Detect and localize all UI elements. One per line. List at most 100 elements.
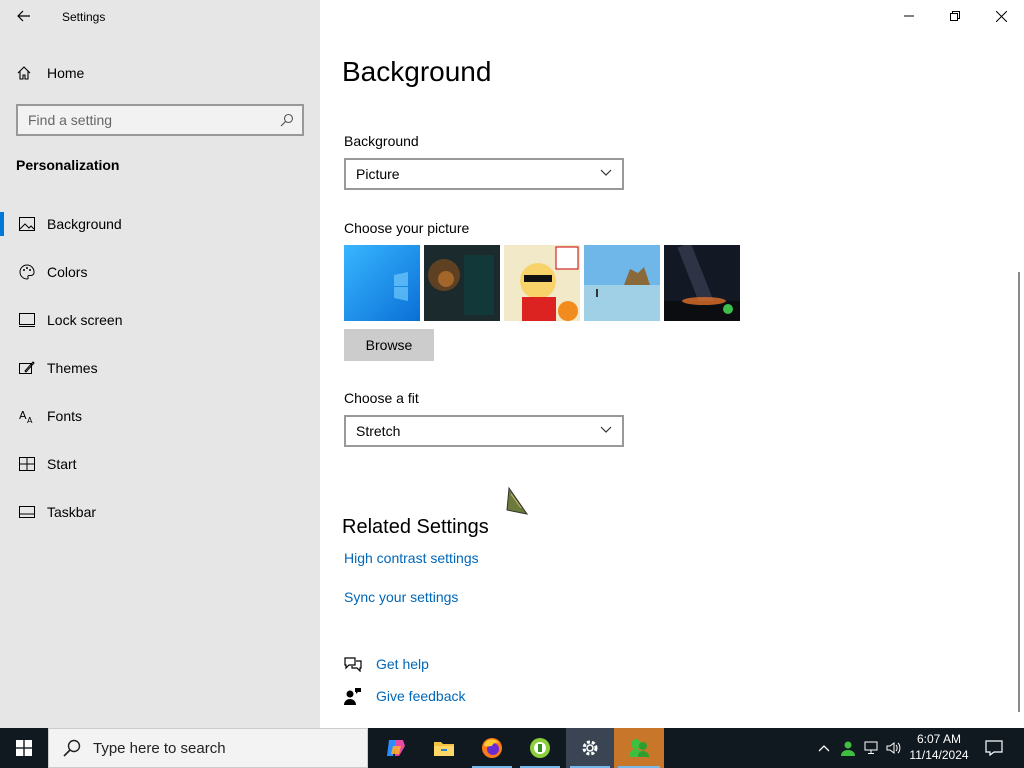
windows-logo-icon <box>16 740 32 756</box>
minimize-icon <box>904 15 914 17</box>
related-settings-title: Related Settings <box>342 516 489 538</box>
help-chat-icon <box>344 657 362 672</box>
thumbnail-beach[interactable] <box>584 245 660 321</box>
choose-picture-label: Choose your picture <box>344 220 470 236</box>
lock-screen-icon <box>18 311 36 329</box>
thumbnail-night-sky[interactable] <box>664 245 740 321</box>
fit-label: Choose a fit <box>344 390 419 406</box>
chevron-down-icon <box>600 169 612 176</box>
browse-button[interactable]: Browse <box>344 329 434 361</box>
clock-time: 6:07 AM <box>916 732 962 746</box>
taskbar-icon <box>18 503 36 521</box>
sidebar-item-label: Fonts <box>47 408 83 424</box>
taskbar-copilot[interactable] <box>372 728 420 768</box>
settings-icon <box>582 740 598 756</box>
high-contrast-link[interactable]: High contrast settings <box>344 550 479 566</box>
sidebar: Settings Home Personalization Background… <box>0 0 320 728</box>
copilot-icon <box>387 740 405 756</box>
home-icon <box>17 66 31 80</box>
tray-chevron-up[interactable] <box>814 738 834 758</box>
sidebar-item-label: Background <box>47 216 122 232</box>
sidebar-item-background[interactable]: Background <box>0 200 320 248</box>
chevron-down-icon <box>600 426 612 433</box>
sync-settings-link[interactable]: Sync your settings <box>344 589 458 605</box>
picture-icon <box>18 215 36 233</box>
app-title: Settings <box>62 10 106 24</box>
page-title: Background <box>342 56 492 87</box>
back-arrow-icon <box>17 10 30 22</box>
back-button[interactable] <box>12 4 36 28</box>
thumbnail-windows-blue[interactable] <box>344 245 420 321</box>
nav-list: Background Colors Lock screen Themes AA … <box>0 200 320 536</box>
give-feedback-row[interactable]: Give feedback <box>344 687 466 705</box>
svg-text:A: A <box>27 416 33 424</box>
sidebar-item-lock-screen[interactable]: Lock screen <box>0 296 320 344</box>
palette-icon <box>18 263 36 281</box>
taskbar-clock[interactable]: 6:07 AM 11/14/2024 <box>906 731 972 763</box>
start-icon <box>18 455 36 473</box>
picture-thumbnails <box>344 245 740 321</box>
fonts-icon: AA <box>18 407 36 425</box>
close-button[interactable] <box>978 0 1024 32</box>
restore-icon <box>950 11 960 21</box>
tray-volume[interactable] <box>884 738 904 758</box>
sidebar-item-label: Colors <box>47 264 88 280</box>
sidebar-item-label: Themes <box>47 360 98 376</box>
taskbar-search-box[interactable]: Type here to search <box>48 728 368 768</box>
sidebar-item-label: Lock screen <box>47 312 123 328</box>
taskbar-search-placeholder: Type here to search <box>93 739 226 757</box>
give-feedback-link[interactable]: Give feedback <box>376 688 466 704</box>
themes-icon <box>18 359 36 377</box>
restore-button[interactable] <box>932 0 978 32</box>
fit-dropdown-value: Stretch <box>356 423 401 439</box>
get-help-link[interactable]: Get help <box>376 656 429 672</box>
network-icon <box>864 741 878 754</box>
fit-dropdown[interactable]: Stretch <box>344 415 624 447</box>
close-icon <box>995 10 1007 22</box>
green-app-icon <box>530 738 550 758</box>
sidebar-item-themes[interactable]: Themes <box>0 344 320 392</box>
thumbnail-cartoon[interactable] <box>504 245 580 321</box>
minimize-button[interactable] <box>886 0 932 32</box>
search-icon <box>280 113 294 127</box>
taskbar-green-app[interactable] <box>516 728 564 768</box>
tray-network[interactable] <box>862 738 882 758</box>
get-help-row[interactable]: Get help <box>344 656 429 672</box>
taskbar-file-explorer[interactable] <box>420 728 468 768</box>
notification-icon <box>985 740 1003 756</box>
volume-icon <box>886 742 901 754</box>
notification-button[interactable] <box>976 728 1012 768</box>
game-app-icon <box>629 739 649 757</box>
sidebar-item-label: Start <box>47 456 77 472</box>
file-explorer-icon <box>434 742 454 756</box>
sidebar-item-colors[interactable]: Colors <box>0 248 320 296</box>
tray-user-app[interactable] <box>838 738 858 758</box>
feedback-person-icon <box>344 688 361 705</box>
scrollbar[interactable] <box>1018 272 1020 712</box>
sidebar-item-taskbar[interactable]: Taskbar <box>0 488 320 536</box>
taskbar-settings[interactable] <box>566 728 614 768</box>
thumbnail-dark-scene[interactable] <box>424 245 500 321</box>
taskbar: Type here to search 6:07 AM 11/14/2024 <box>0 728 1024 768</box>
background-dropdown-value: Picture <box>356 166 400 182</box>
home-label: Home <box>47 65 85 81</box>
sidebar-item-label: Taskbar <box>47 504 97 520</box>
home-link[interactable]: Home <box>16 62 84 84</box>
user-green-icon <box>841 741 855 756</box>
background-label: Background <box>344 133 419 149</box>
chevron-up-icon <box>818 745 830 752</box>
sidebar-item-start[interactable]: Start <box>0 440 320 488</box>
search-icon <box>63 739 81 757</box>
background-dropdown[interactable]: Picture <box>344 158 624 190</box>
custom-cursor-icon <box>505 484 531 521</box>
clock-date: 11/14/2024 <box>909 748 969 762</box>
taskbar-firefox[interactable] <box>468 728 516 768</box>
sidebar-item-fonts[interactable]: AA Fonts <box>0 392 320 440</box>
svg-text:A: A <box>19 409 27 422</box>
section-title: Personalization <box>16 157 120 173</box>
start-button[interactable] <box>0 728 48 768</box>
firefox-icon <box>482 738 502 758</box>
taskbar-game-app[interactable] <box>614 728 664 768</box>
settings-search-input[interactable] <box>28 112 268 128</box>
settings-search[interactable] <box>16 104 304 136</box>
